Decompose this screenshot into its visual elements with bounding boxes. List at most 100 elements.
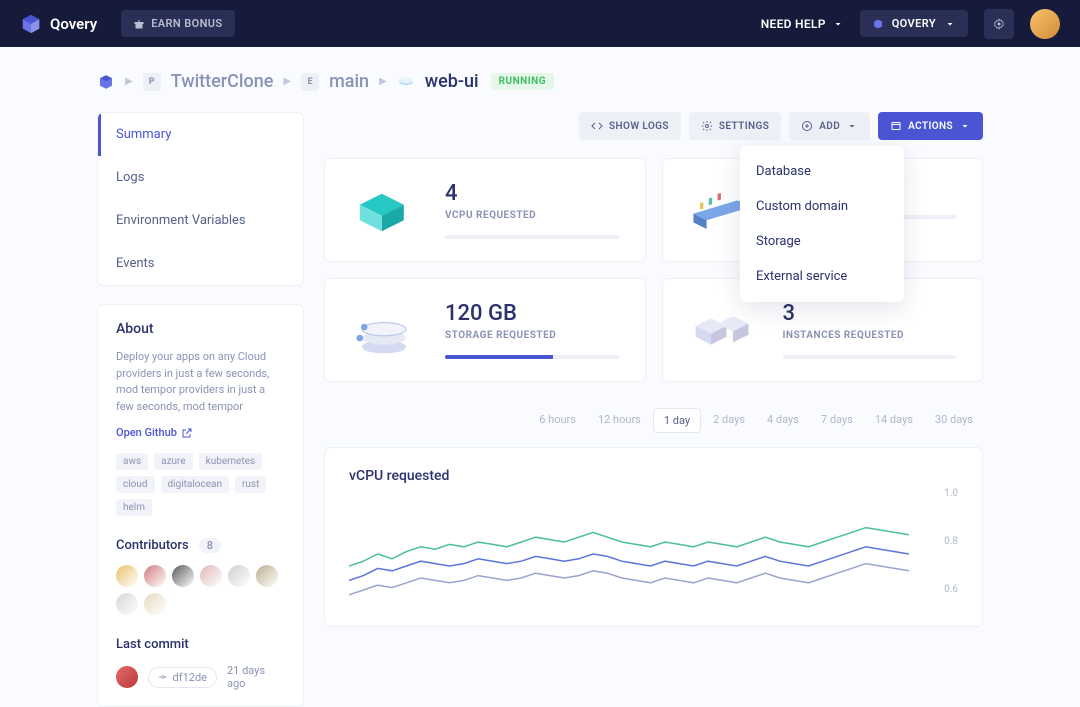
brand-logo[interactable]: Qovery [20, 13, 97, 35]
commit-hash-pill[interactable]: df12de [148, 667, 217, 688]
last-commit-row: df12de 21 days ago [116, 664, 285, 690]
about-description: Deploy your apps on any Cloud providers … [116, 349, 285, 415]
metric-progress-bar [445, 235, 619, 239]
add-dropdown-menu: DatabaseCustom domainStorageExternal ser… [740, 146, 904, 302]
chevron-right-icon: ▶ [379, 76, 387, 87]
time-range-tab[interactable]: 4 days [757, 408, 809, 433]
chevron-down-icon [832, 18, 844, 30]
chart-y-tick: 1.0 [944, 488, 958, 499]
add-menu-custom-domain[interactable]: Custom domain [740, 189, 904, 224]
gear-icon [701, 120, 713, 132]
about-title: About [116, 321, 285, 337]
contributor-avatar[interactable] [116, 593, 138, 615]
chart-series-line [349, 547, 909, 581]
chevron-down-icon [959, 120, 971, 132]
tag-azure[interactable]: azure [154, 453, 193, 470]
contributor-avatar[interactable] [200, 565, 222, 587]
add-button[interactable]: ADD [789, 112, 870, 140]
need-help-label: NEED HELP [761, 17, 826, 31]
commit-hash: df12de [173, 671, 207, 684]
time-range-tab[interactable]: 6 hours [529, 408, 586, 433]
metric-card: 120 GBSTORAGE REQUESTED [324, 278, 646, 382]
tag-helm[interactable]: helm [116, 499, 152, 516]
time-range-tab[interactable]: 30 days [925, 408, 983, 433]
chevron-right-icon: ▶ [125, 76, 133, 87]
add-menu-external-service[interactable]: External service [740, 259, 904, 294]
chart-y-tick: 0.6 [944, 584, 958, 595]
contributors-count: 8 [199, 538, 221, 553]
add-menu-storage[interactable]: Storage [740, 224, 904, 259]
time-range-tab[interactable]: 14 days [865, 408, 923, 433]
chevron-down-icon [846, 120, 858, 132]
contributor-avatar[interactable] [116, 565, 138, 587]
chart-area: 1.00.80.6 [349, 494, 958, 614]
toolbar: SHOW LOGS SETTINGS ADD ACTIONS DatabaseC… [324, 112, 983, 140]
chevron-down-icon [944, 18, 956, 30]
actions-label: ACTIONS [908, 121, 953, 132]
time-range-tab[interactable]: 7 days [811, 408, 863, 433]
metric-card: 4VCPU REQUESTED [324, 158, 646, 262]
sidemenu-item-events[interactable]: Events [98, 242, 303, 285]
contributor-avatar[interactable] [144, 593, 166, 615]
status-badge: RUNNING [491, 73, 554, 90]
metric-illustration [351, 305, 417, 355]
plus-circle-icon [801, 120, 813, 132]
commit-icon [158, 672, 168, 682]
qovery-small-icon [872, 18, 884, 30]
earn-bonus-button[interactable]: EARN BONUS [121, 10, 234, 37]
time-range-tabs: 6 hours12 hours1 day2 days4 days7 days14… [324, 408, 983, 433]
tag-digitalocean[interactable]: digitalocean [161, 476, 229, 493]
metric-progress-bar [445, 355, 619, 359]
profile-avatar[interactable] [1030, 9, 1060, 39]
metric-label: STORAGE REQUESTED [445, 330, 619, 341]
project-letter-badge: P [143, 73, 161, 91]
gear-icon [993, 18, 1005, 30]
tag-aws[interactable]: aws [116, 453, 148, 470]
add-menu-database[interactable]: Database [740, 154, 904, 189]
contributor-avatar[interactable] [172, 565, 194, 587]
chevron-right-icon: ▶ [283, 76, 291, 87]
org-selector[interactable]: QOVERY [860, 10, 968, 37]
contributor-avatars [116, 565, 285, 615]
actions-button[interactable]: ACTIONS [878, 112, 983, 140]
breadcrumb-project[interactable]: TwitterClone [171, 71, 274, 92]
settings-button[interactable] [984, 9, 1014, 39]
sidemenu-item-summary[interactable]: Summary [98, 113, 303, 156]
metric-label: VCPU REQUESTED [445, 210, 619, 221]
breadcrumb-app[interactable]: web-ui [425, 71, 479, 92]
contributor-avatar[interactable] [228, 565, 250, 587]
breadcrumb-env[interactable]: main [329, 71, 369, 92]
contributors-title-text: Contributors [116, 538, 189, 553]
toolbar-settings-label: SETTINGS [719, 121, 769, 132]
code-icon [591, 120, 603, 132]
show-logs-button[interactable]: SHOW LOGS [579, 112, 681, 140]
contributor-avatar[interactable] [144, 565, 166, 587]
need-help-menu[interactable]: NEED HELP [761, 17, 844, 31]
chart-series-line [349, 564, 909, 595]
sidemenu-item-logs[interactable]: Logs [98, 156, 303, 199]
last-commit-title: Last commit [116, 637, 285, 652]
env-letter-badge: E [301, 73, 319, 91]
commit-author-avatar[interactable] [116, 666, 138, 688]
time-range-tab[interactable]: 2 days [703, 408, 755, 433]
tag-kubernetes[interactable]: kubernetes [199, 453, 262, 470]
sidemenu-item-env-vars[interactable]: Environment Variables [98, 199, 303, 242]
time-range-tab[interactable]: 1 day [653, 408, 701, 433]
project-home-icon[interactable] [97, 73, 115, 91]
earn-bonus-label: EARN BONUS [151, 17, 222, 30]
sidemenu: SummaryLogsEnvironment VariablesEvents [97, 112, 304, 286]
chart-y-tick: 0.8 [944, 536, 958, 547]
time-range-tab[interactable]: 12 hours [588, 408, 651, 433]
metric-progress-bar [783, 355, 957, 359]
tag-cloud[interactable]: cloud [116, 476, 155, 493]
tag-list: aws azure kubernetes cloud digitalocean rust h… [116, 453, 285, 516]
topbar-right: NEED HELP QOVERY [761, 9, 1060, 39]
open-github-link[interactable]: Open Github [116, 426, 193, 439]
tag-rust[interactable]: rust [235, 476, 266, 493]
chart-card: vCPU requested 1.00.80.6 [324, 447, 983, 627]
commit-time: 21 days ago [227, 664, 285, 690]
contributor-avatar[interactable] [256, 565, 278, 587]
topbar: Qovery EARN BONUS NEED HELP QOVERY [0, 0, 1080, 47]
metric-value: 3 [783, 301, 957, 326]
toolbar-settings-button[interactable]: SETTINGS [689, 112, 781, 140]
